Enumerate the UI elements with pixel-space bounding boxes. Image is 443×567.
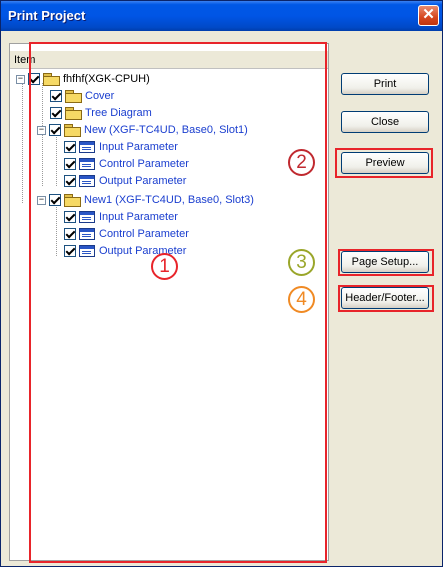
- highlight-preview: [335, 148, 433, 178]
- highlight-item-list: [29, 42, 327, 563]
- highlight-page-setup: [338, 249, 434, 276]
- tree-connector: [22, 83, 23, 203]
- print-button[interactable]: Print: [341, 73, 429, 95]
- callout-number-2: 2: [296, 152, 307, 173]
- window-title: Print Project: [8, 8, 86, 23]
- callout-number-1: 1: [159, 256, 170, 277]
- close-button[interactable]: Close: [341, 111, 429, 133]
- print-project-dialog: Print Project ✕ Item − fhfhf(XGK-CPUH) C…: [0, 0, 443, 567]
- highlight-header-footer: [338, 285, 434, 312]
- callout-marker-1: 1: [151, 253, 178, 280]
- callout-marker-4: 4: [288, 286, 315, 313]
- collapse-icon[interactable]: −: [16, 74, 25, 84]
- callout-number-3: 3: [296, 252, 307, 273]
- callout-marker-3: 3: [288, 249, 315, 276]
- callout-marker-2: 2: [288, 149, 315, 176]
- close-window-button[interactable]: ✕: [418, 5, 439, 26]
- title-bar[interactable]: Print Project ✕: [1, 1, 442, 31]
- callout-number-4: 4: [296, 289, 307, 310]
